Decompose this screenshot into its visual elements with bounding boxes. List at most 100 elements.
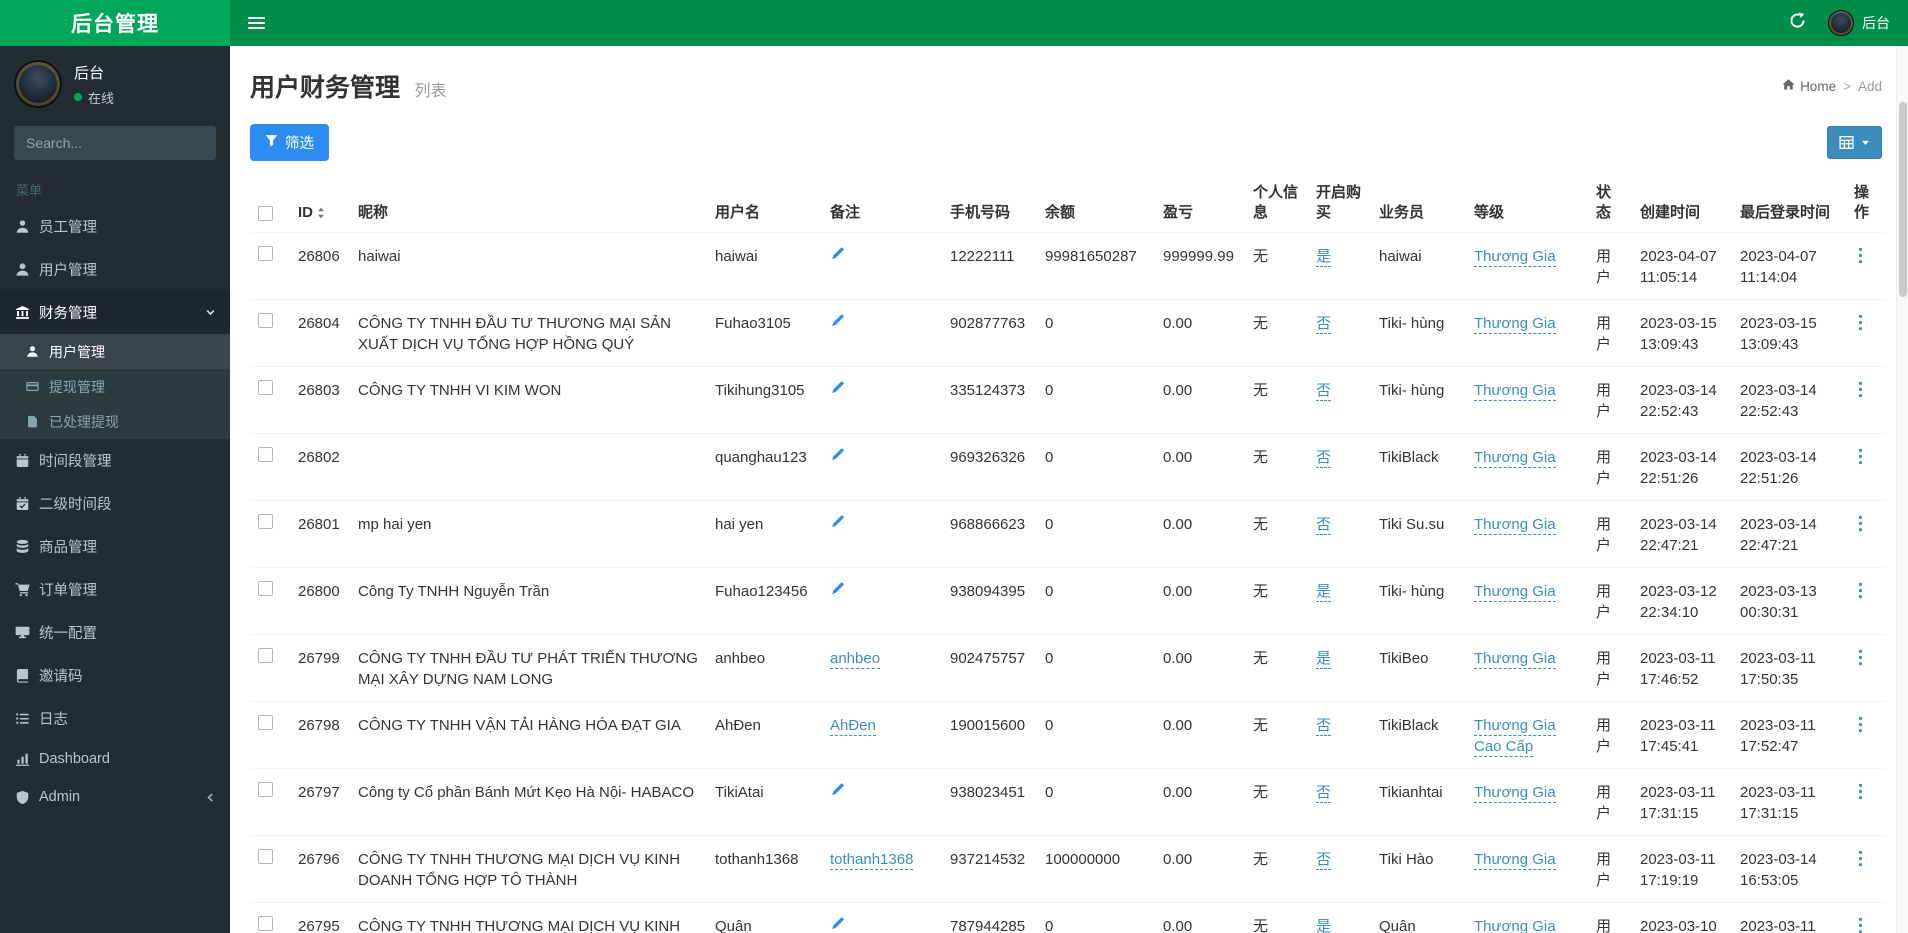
vertical-scrollbar[interactable] bbox=[1896, 46, 1908, 933]
row-actions-button[interactable] bbox=[1854, 849, 1867, 874]
level-link[interactable]: Thương Gia bbox=[1474, 448, 1556, 468]
row-actions-button[interactable] bbox=[1854, 380, 1867, 405]
purchase-toggle-link[interactable]: 是 bbox=[1316, 649, 1332, 669]
row-checkbox[interactable] bbox=[258, 915, 273, 931]
sidebar-item-link[interactable]: Dashboard bbox=[0, 740, 230, 778]
level-link[interactable]: Thương Gia bbox=[1474, 515, 1556, 535]
level-link[interactable]: Thương Gia bbox=[1474, 917, 1556, 933]
filter-button[interactable]: 筛选 bbox=[250, 124, 329, 161]
edit-remark-button[interactable] bbox=[830, 514, 845, 533]
remark-link[interactable]: tothanh1368 bbox=[830, 850, 914, 870]
remark-link[interactable]: AhĐen bbox=[830, 716, 876, 736]
row-checkbox[interactable] bbox=[258, 513, 273, 529]
user-menu[interactable]: 后台 bbox=[1820, 0, 1908, 46]
app-root: 后台管理 后台 后台 在线 Search... 菜单 员工管理 用户管理 财务管… bbox=[0, 0, 1908, 933]
sidebar-item-link[interactable]: 邀请码 bbox=[0, 654, 230, 697]
level-link[interactable]: Thương Gia bbox=[1474, 247, 1556, 267]
edit-remark-button[interactable] bbox=[830, 246, 845, 265]
breadcrumb-home[interactable]: Home bbox=[1782, 78, 1836, 94]
refresh-button[interactable] bbox=[1775, 0, 1820, 46]
cell-username: Fuhao3105 bbox=[707, 298, 822, 366]
cell-status: 用户 bbox=[1588, 432, 1632, 500]
column-header-profit: 盈亏 bbox=[1155, 175, 1245, 233]
edit-remark-button[interactable] bbox=[830, 916, 845, 933]
remark-link[interactable]: anhbeo bbox=[830, 649, 881, 669]
purchase-toggle-link[interactable]: 否 bbox=[1316, 850, 1332, 870]
cell-balance: 0 bbox=[1037, 499, 1155, 567]
row-checkbox[interactable] bbox=[258, 714, 273, 730]
level-link[interactable]: Thương Gia bbox=[1474, 314, 1556, 334]
purchase-toggle-link[interactable]: 否 bbox=[1316, 381, 1332, 401]
row-actions-button[interactable] bbox=[1854, 648, 1867, 673]
sidebar-item-link[interactable]: 日志 bbox=[0, 697, 230, 740]
sidebar-item-link[interactable]: 时间段管理 bbox=[0, 439, 230, 482]
sidebar-item-link[interactable]: 员工管理 bbox=[0, 205, 230, 248]
sidebar-item-link[interactable]: Admin bbox=[0, 778, 230, 816]
row-checkbox[interactable] bbox=[258, 647, 273, 663]
column-header-label: 个人信息 bbox=[1253, 184, 1299, 222]
row-checkbox[interactable] bbox=[258, 446, 273, 462]
sidebar-subitem-link[interactable]: 提现管理 bbox=[0, 369, 230, 404]
column-header-id[interactable]: ID bbox=[290, 175, 350, 233]
purchase-toggle-link[interactable]: 否 bbox=[1316, 448, 1332, 468]
edit-remark-button[interactable] bbox=[830, 447, 845, 466]
sidebar-item-link[interactable]: 订单管理 bbox=[0, 568, 230, 611]
purchase-toggle-link[interactable]: 否 bbox=[1316, 515, 1332, 535]
select-all-cell bbox=[250, 175, 290, 233]
row-checkbox[interactable] bbox=[258, 312, 273, 328]
purchase-toggle-link[interactable]: 是 bbox=[1316, 247, 1332, 267]
navbar-right: 后台 bbox=[1775, 0, 1908, 46]
row-actions-button[interactable] bbox=[1854, 782, 1867, 807]
chevron-left-icon bbox=[205, 792, 216, 803]
book-icon bbox=[14, 668, 30, 684]
row-checkbox[interactable] bbox=[258, 781, 273, 797]
purchase-toggle-link[interactable]: 是 bbox=[1316, 917, 1332, 933]
edit-remark-button[interactable] bbox=[830, 380, 845, 399]
search-input[interactable] bbox=[14, 126, 216, 160]
table-settings-button[interactable] bbox=[1827, 126, 1882, 159]
scrollbar-thumb[interactable] bbox=[1899, 102, 1907, 297]
row-checkbox[interactable] bbox=[258, 379, 273, 395]
row-actions-button[interactable] bbox=[1854, 246, 1867, 271]
select-all-checkbox[interactable] bbox=[258, 205, 273, 221]
row-actions-button[interactable] bbox=[1854, 514, 1867, 539]
edit-remark-button[interactable] bbox=[830, 313, 845, 332]
level-link[interactable]: Thương Gia Cao Cấp bbox=[1474, 716, 1556, 757]
cell-balance: 0 bbox=[1037, 298, 1155, 366]
purchase-toggle-link[interactable]: 否 bbox=[1316, 716, 1332, 736]
row-checkbox[interactable] bbox=[258, 245, 273, 261]
purchase-toggle-link[interactable]: 否 bbox=[1316, 314, 1332, 334]
row-actions-button[interactable] bbox=[1854, 916, 1867, 933]
level-link[interactable]: Thương Gia bbox=[1474, 850, 1556, 870]
row-actions-button[interactable] bbox=[1854, 715, 1867, 740]
row-checkbox[interactable] bbox=[258, 580, 273, 596]
sort-icon[interactable] bbox=[317, 207, 325, 219]
cell-remark bbox=[822, 432, 942, 500]
app-logo[interactable]: 后台管理 bbox=[0, 0, 230, 46]
sidebar-toggle-button[interactable] bbox=[230, 0, 282, 46]
sidebar-item-link[interactable]: 用户管理 bbox=[0, 248, 230, 291]
edit-remark-button[interactable] bbox=[830, 581, 845, 600]
edit-remark-button[interactable] bbox=[830, 782, 845, 801]
level-link[interactable]: Thương Gia bbox=[1474, 381, 1556, 401]
sidebar-item-link[interactable]: 二级时间段 bbox=[0, 482, 230, 525]
row-checkbox[interactable] bbox=[258, 848, 273, 864]
sidebar-item-link[interactable]: 商品管理 bbox=[0, 525, 230, 568]
sidebar-item-link[interactable]: 统一配置 bbox=[0, 611, 230, 654]
sidebar-subitem-link[interactable]: 用户管理 bbox=[0, 334, 230, 369]
sidebar-subitem-link[interactable]: 已处理提现 bbox=[0, 404, 230, 439]
row-actions-button[interactable] bbox=[1854, 313, 1867, 338]
level-link[interactable]: Thương Gia bbox=[1474, 582, 1556, 602]
cell-purchase: 是 bbox=[1308, 901, 1371, 933]
table-row: 26804 CÔNG TY TNHH ĐẦU TƯ THƯƠNG MẠI SẢN… bbox=[250, 298, 1886, 366]
purchase-toggle-link[interactable]: 是 bbox=[1316, 582, 1332, 602]
cell-salesperson: TikiBeo bbox=[1371, 633, 1466, 701]
purchase-toggle-link[interactable]: 否 bbox=[1316, 783, 1332, 803]
row-actions-button[interactable] bbox=[1854, 447, 1867, 472]
cell-purchase: 否 bbox=[1308, 432, 1371, 500]
sidebar-item-link[interactable]: 财务管理 bbox=[0, 291, 230, 334]
level-link[interactable]: Thương Gia bbox=[1474, 649, 1556, 669]
sidebar-item-0: 员工管理 bbox=[0, 205, 230, 248]
row-actions-button[interactable] bbox=[1854, 581, 1867, 606]
level-link[interactable]: Thương Gia bbox=[1474, 783, 1556, 803]
